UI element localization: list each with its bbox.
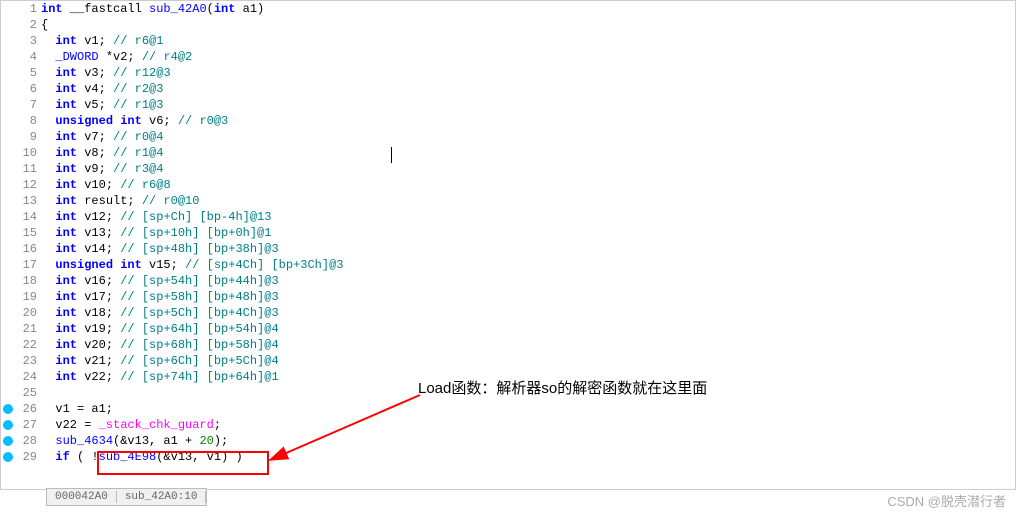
line-number[interactable]: 7 — [1, 97, 41, 113]
code-content[interactable]: int v17; // [sp+58h] [bp+48h]@3 — [41, 289, 1015, 305]
line-number[interactable]: 8 — [1, 113, 41, 129]
code-content[interactable]: int __fastcall sub_42A0(int a1) — [41, 1, 1015, 17]
breakpoint-icon[interactable] — [3, 420, 13, 430]
code-content[interactable]: int v8; // r1@4 — [41, 145, 1015, 161]
line-number[interactable]: 13 — [1, 193, 41, 209]
code-content[interactable]: int result; // r0@10 — [41, 193, 1015, 209]
code-content[interactable]: int v9; // r3@4 — [41, 161, 1015, 177]
code-line[interactable]: 3 int v1; // r6@1 — [1, 33, 1015, 49]
code-editor[interactable]: 1int __fastcall sub_42A0(int a1)2{3 int … — [0, 0, 1016, 490]
code-content[interactable]: int v5; // r1@3 — [41, 97, 1015, 113]
line-number[interactable]: 2 — [1, 17, 41, 33]
line-number[interactable]: 5 — [1, 65, 41, 81]
line-number[interactable]: 3 — [1, 33, 41, 49]
line-number[interactable]: 15 — [1, 225, 41, 241]
line-number[interactable]: 25 — [1, 385, 41, 401]
text-cursor — [391, 147, 392, 163]
code-line[interactable]: 10 int v8; // r1@4 — [1, 145, 1015, 161]
code-line[interactable]: 18 int v16; // [sp+54h] [bp+44h]@3 — [1, 273, 1015, 289]
line-number[interactable]: 19 — [1, 289, 41, 305]
code-content[interactable]: int v14; // [sp+48h] [bp+38h]@3 — [41, 241, 1015, 257]
code-line[interactable]: 20 int v18; // [sp+5Ch] [bp+4Ch]@3 — [1, 305, 1015, 321]
code-line[interactable]: 11 int v9; // r3@4 — [1, 161, 1015, 177]
code-content[interactable]: int v7; // r0@4 — [41, 129, 1015, 145]
code-content[interactable]: int v3; // r12@3 — [41, 65, 1015, 81]
code-line[interactable]: 7 int v5; // r1@3 — [1, 97, 1015, 113]
code-line[interactable]: 5 int v3; // r12@3 — [1, 65, 1015, 81]
code-content[interactable]: v1 = a1; — [41, 401, 1015, 417]
code-line[interactable]: 23 int v21; // [sp+6Ch] [bp+5Ch]@4 — [1, 353, 1015, 369]
code-content[interactable]: int v19; // [sp+64h] [bp+54h]@4 — [41, 321, 1015, 337]
line-number[interactable]: 27 — [1, 417, 41, 433]
line-number[interactable]: 29 — [1, 449, 41, 465]
code-content[interactable]: { — [41, 17, 1015, 33]
line-number[interactable]: 11 — [1, 161, 41, 177]
code-line[interactable]: 19 int v17; // [sp+58h] [bp+48h]@3 — [1, 289, 1015, 305]
code-line[interactable]: 15 int v13; // [sp+10h] [bp+0h]@1 — [1, 225, 1015, 241]
annotation-text: Load函数：解析器so的解密函数就在这里面 — [418, 377, 707, 398]
code-line[interactable]: 13 int result; // r0@10 — [1, 193, 1015, 209]
code-line[interactable]: 14 int v12; // [sp+Ch] [bp-4h]@13 — [1, 209, 1015, 225]
code-line[interactable]: 9 int v7; // r0@4 — [1, 129, 1015, 145]
code-line[interactable]: 4 _DWORD *v2; // r4@2 — [1, 49, 1015, 65]
line-number[interactable]: 16 — [1, 241, 41, 257]
line-number[interactable]: 17 — [1, 257, 41, 273]
status-address: 000042A0 — [47, 491, 117, 503]
code-line[interactable]: 21 int v19; // [sp+64h] [bp+54h]@4 — [1, 321, 1015, 337]
code-line[interactable]: 28 sub_4634(&v13, a1 + 20); — [1, 433, 1015, 449]
code-content[interactable]: _DWORD *v2; // r4@2 — [41, 49, 1015, 65]
code-line[interactable]: 22 int v20; // [sp+68h] [bp+58h]@4 — [1, 337, 1015, 353]
line-number[interactable]: 10 — [1, 145, 41, 161]
code-line[interactable]: 29 if ( !sub_4E98(&v13, v1) ) — [1, 449, 1015, 465]
code-line[interactable]: 2{ — [1, 17, 1015, 33]
code-content[interactable]: v22 = _stack_chk_guard; — [41, 417, 1015, 433]
code-content[interactable]: unsigned int v6; // r0@3 — [41, 113, 1015, 129]
breakpoint-icon[interactable] — [3, 404, 13, 414]
line-number[interactable]: 26 — [1, 401, 41, 417]
status-bar: 000042A0 sub_42A0:10 — [46, 488, 207, 506]
code-content[interactable]: int v13; // [sp+10h] [bp+0h]@1 — [41, 225, 1015, 241]
line-number[interactable]: 23 — [1, 353, 41, 369]
code-line[interactable]: 12 int v10; // r6@8 — [1, 177, 1015, 193]
code-content[interactable]: int v12; // [sp+Ch] [bp-4h]@13 — [41, 209, 1015, 225]
code-content[interactable]: sub_4634(&v13, a1 + 20); — [41, 433, 1015, 449]
code-line[interactable]: 8 unsigned int v6; // r0@3 — [1, 113, 1015, 129]
line-number[interactable]: 9 — [1, 129, 41, 145]
code-content[interactable]: int v1; // r6@1 — [41, 33, 1015, 49]
line-number[interactable]: 24 — [1, 369, 41, 385]
code-content[interactable]: if ( !sub_4E98(&v13, v1) ) — [41, 449, 1015, 465]
code-content[interactable]: int v10; // r6@8 — [41, 177, 1015, 193]
code-line[interactable]: 17 unsigned int v15; // [sp+4Ch] [bp+3Ch… — [1, 257, 1015, 273]
code-line[interactable]: 16 int v14; // [sp+48h] [bp+38h]@3 — [1, 241, 1015, 257]
code-content[interactable]: int v4; // r2@3 — [41, 81, 1015, 97]
line-number[interactable]: 21 — [1, 321, 41, 337]
code-line[interactable]: 6 int v4; // r2@3 — [1, 81, 1015, 97]
watermark: CSDN @脱壳潜行者 — [887, 491, 1006, 510]
code-line[interactable]: 26 v1 = a1; — [1, 401, 1015, 417]
line-number[interactable]: 22 — [1, 337, 41, 353]
line-number[interactable]: 20 — [1, 305, 41, 321]
code-line[interactable]: 1int __fastcall sub_42A0(int a1) — [1, 1, 1015, 17]
code-line[interactable]: 27 v22 = _stack_chk_guard; — [1, 417, 1015, 433]
line-number[interactable]: 1 — [1, 1, 41, 17]
line-number[interactable]: 4 — [1, 49, 41, 65]
line-number[interactable]: 28 — [1, 433, 41, 449]
line-number[interactable]: 18 — [1, 273, 41, 289]
code-content[interactable]: int v21; // [sp+6Ch] [bp+5Ch]@4 — [41, 353, 1015, 369]
code-content[interactable]: int v18; // [sp+5Ch] [bp+4Ch]@3 — [41, 305, 1015, 321]
breakpoint-icon[interactable] — [3, 436, 13, 446]
code-content[interactable]: int v20; // [sp+68h] [bp+58h]@4 — [41, 337, 1015, 353]
breakpoint-icon[interactable] — [3, 452, 13, 462]
status-location: sub_42A0:10 — [117, 491, 207, 503]
line-number[interactable]: 14 — [1, 209, 41, 225]
code-content[interactable]: unsigned int v15; // [sp+4Ch] [bp+3Ch]@3 — [41, 257, 1015, 273]
line-number[interactable]: 6 — [1, 81, 41, 97]
line-number[interactable]: 12 — [1, 177, 41, 193]
code-content[interactable]: int v16; // [sp+54h] [bp+44h]@3 — [41, 273, 1015, 289]
